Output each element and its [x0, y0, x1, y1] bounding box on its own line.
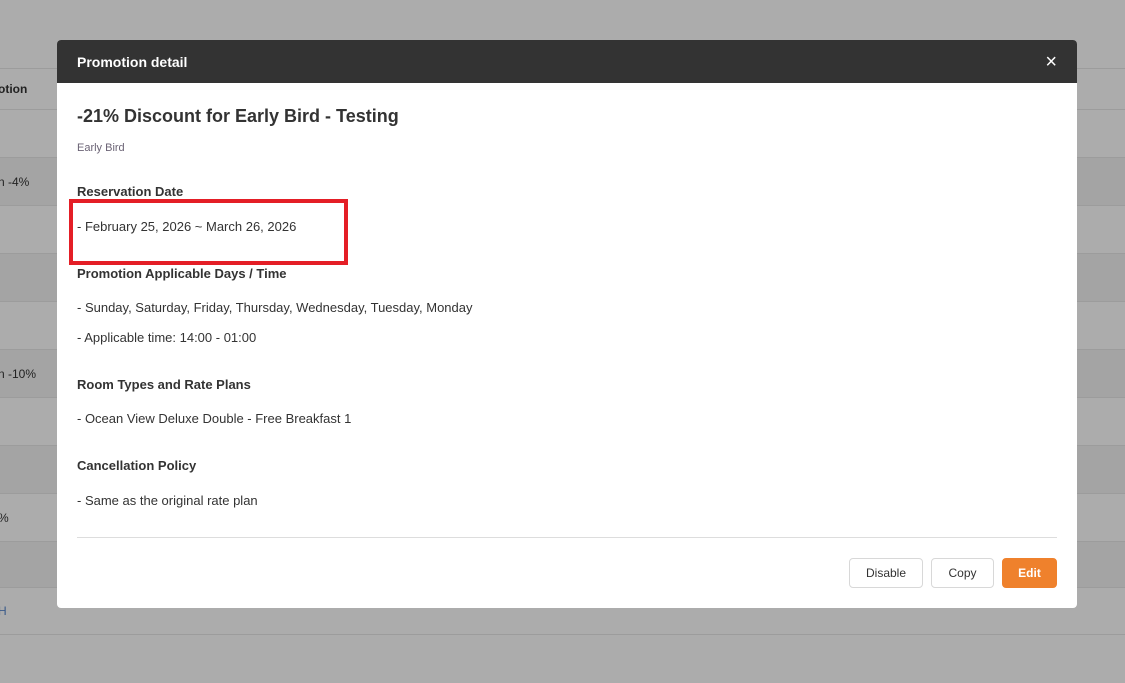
- modal-header: Promotion detail ×: [57, 40, 1077, 83]
- row-cell: n -4%: [0, 174, 30, 189]
- section-heading-reservation-date: Reservation Date: [77, 184, 184, 199]
- applicable-time: - Applicable time: 14:00 - 01:00: [77, 330, 257, 345]
- applicable-days: - Sunday, Saturday, Friday, Thursday, We…: [77, 300, 473, 315]
- edit-button[interactable]: Edit: [1002, 558, 1057, 588]
- disable-button[interactable]: Disable: [849, 558, 923, 588]
- row-cell: n -10%: [0, 366, 37, 381]
- modal-title: Promotion detail: [77, 53, 188, 70]
- section-heading-cancellation: Cancellation Policy: [77, 458, 197, 473]
- row-link[interactable]: H: [0, 604, 7, 618]
- room-type-rate-plan: - Ocean View Deluxe Double - Free Breakf…: [77, 411, 352, 426]
- reservation-date-range: - February 25, 2026 ~ March 26, 2026: [77, 219, 297, 234]
- close-icon[interactable]: ×: [1045, 52, 1057, 72]
- row-cell: %: [0, 511, 9, 525]
- header-cell: otion: [0, 82, 28, 96]
- section-heading-applicable-days: Promotion Applicable Days / Time: [77, 266, 287, 281]
- promotion-category: Early Bird: [77, 142, 125, 154]
- promotion-detail-modal: Promotion detail × -21% Discount for Ear…: [57, 40, 1077, 608]
- cancellation-policy: - Same as the original rate plan: [77, 493, 258, 508]
- promotion-name: -21% Discount for Early Bird - Testing: [77, 106, 399, 126]
- divider: [77, 537, 1057, 538]
- copy-button[interactable]: Copy: [931, 558, 994, 588]
- section-heading-room-types: Room Types and Rate Plans: [77, 377, 251, 392]
